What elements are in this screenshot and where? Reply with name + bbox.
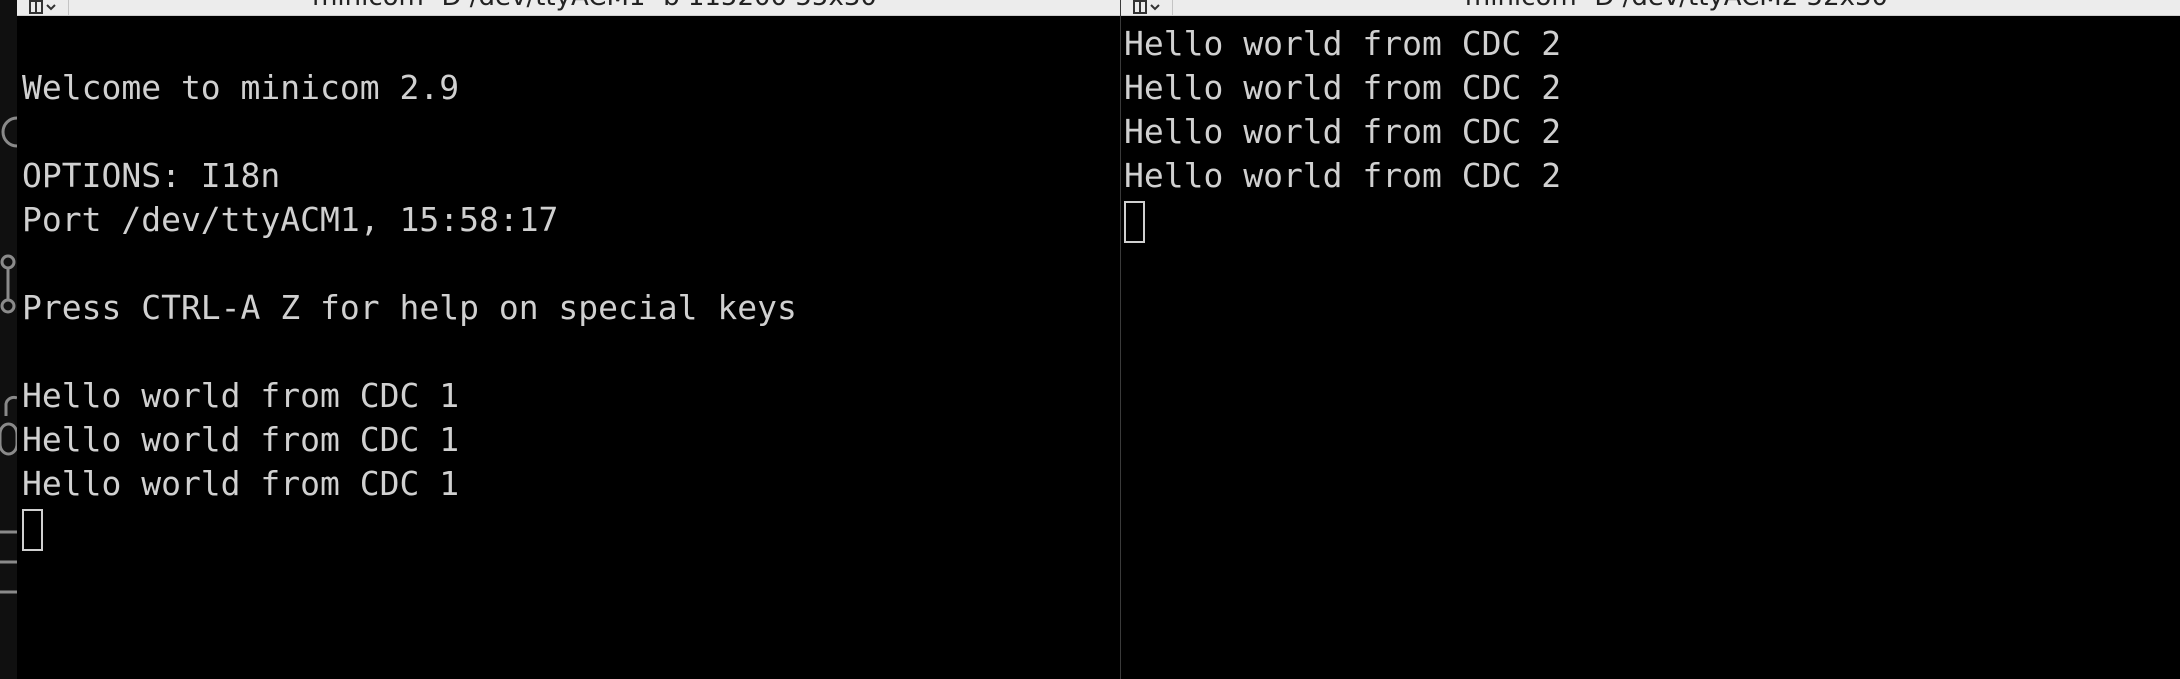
sidebar-strip bbox=[0, 0, 17, 679]
terminal-line: Welcome to minicom 2.9 bbox=[22, 68, 460, 107]
terminal-line: Hello world from CDC 2 bbox=[1124, 68, 1562, 107]
right-terminal-pane[interactable]: minicom -D /dev/ttyACM2 52x30 Hello worl… bbox=[1121, 0, 2180, 679]
right-titlebar[interactable]: minicom -D /dev/ttyACM2 52x30 bbox=[1121, 0, 2180, 16]
text-cursor bbox=[22, 509, 43, 551]
right-window-title: minicom -D /dev/ttyACM2 52x30 bbox=[1173, 0, 2180, 12]
terminal-menu-icon bbox=[1133, 0, 1160, 14]
terminal-line: Hello world from CDC 1 bbox=[22, 376, 460, 415]
cursor-line bbox=[22, 506, 1120, 551]
terminal-line: Hello world from CDC 1 bbox=[22, 420, 460, 459]
sidebar-decoration-icon bbox=[0, 116, 17, 594]
left-terminal-output[interactable]: Welcome to minicom 2.9 OPTIONS: I18n Port … bbox=[17, 22, 1120, 679]
left-terminal-pane[interactable]: minicom -D /dev/ttyACM1 -b 115200 55x30 … bbox=[17, 0, 1120, 679]
left-terminal-menu-button[interactable] bbox=[17, 0, 69, 15]
left-titlebar[interactable]: minicom -D /dev/ttyACM1 -b 115200 55x30 bbox=[17, 0, 1120, 16]
terminal-line: Press CTRL-A Z for help on special keys bbox=[22, 288, 797, 327]
terminal-line: Hello world from CDC 1 bbox=[22, 464, 460, 503]
terminal-line: Hello world from CDC 2 bbox=[1124, 112, 1562, 151]
left-window-title: minicom -D /dev/ttyACM1 -b 115200 55x30 bbox=[69, 0, 1120, 12]
terminal-line: Hello world from CDC 2 bbox=[1124, 156, 1562, 195]
right-terminal-output[interactable]: Hello world from CDC 2 Hello world from C… bbox=[1121, 22, 2180, 679]
right-terminal-menu-button[interactable] bbox=[1121, 0, 1173, 15]
text-cursor bbox=[1124, 201, 1145, 243]
terminal-line: Hello world from CDC 2 bbox=[1124, 24, 1562, 63]
terminal-menu-icon bbox=[29, 0, 56, 14]
terminal-line: Port /dev/ttyACM1, 15:58:17 bbox=[22, 200, 559, 239]
cursor-line bbox=[1124, 198, 2180, 243]
terminal-line: OPTIONS: I18n bbox=[22, 156, 281, 195]
screen: minicom -D /dev/ttyACM1 -b 115200 55x30 … bbox=[0, 0, 2180, 679]
